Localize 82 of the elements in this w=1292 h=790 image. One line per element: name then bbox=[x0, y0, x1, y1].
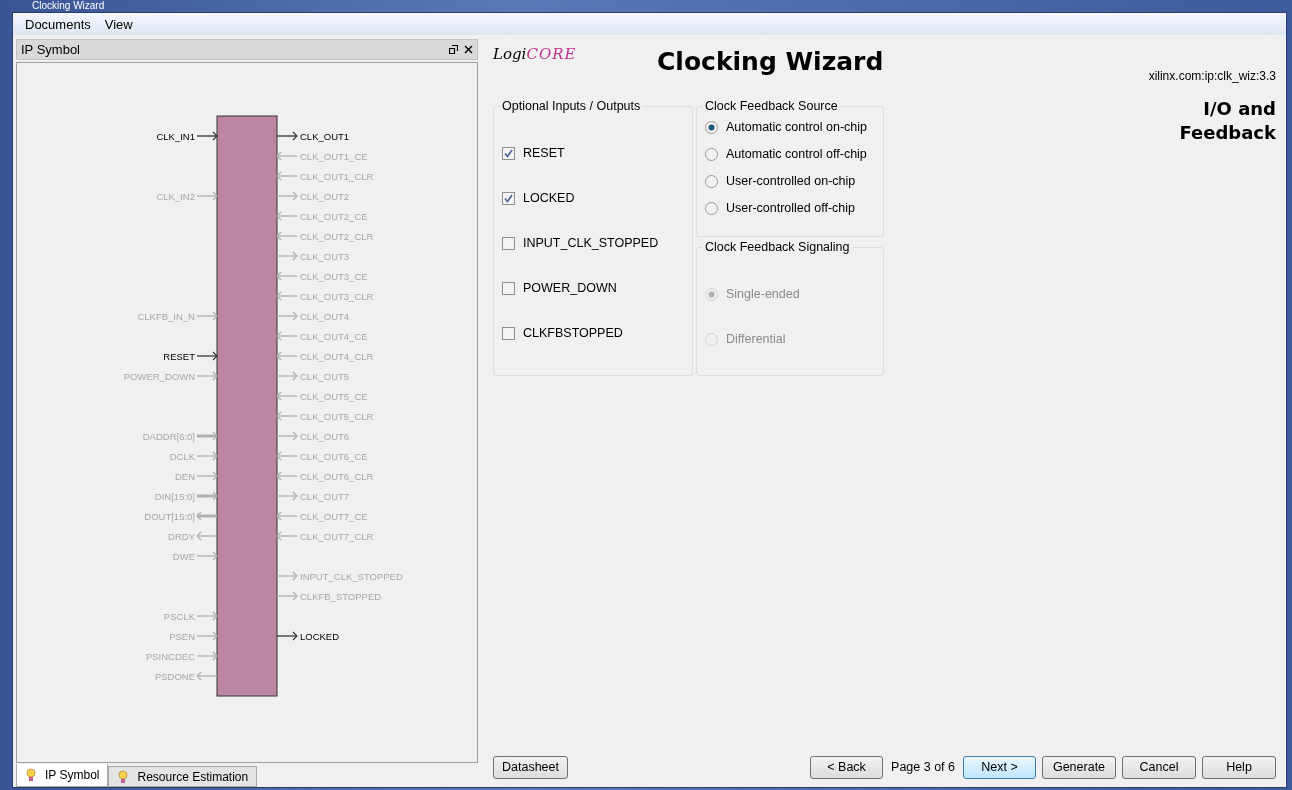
radio-option[interactable]: Automatic control on-chip bbox=[705, 119, 883, 135]
datasheet-button[interactable]: Datasheet bbox=[493, 755, 568, 779]
radio-option[interactable]: Automatic control off-chip bbox=[705, 146, 883, 162]
pin-label: CLKFB_IN_N bbox=[137, 310, 195, 322]
window-title: Clocking Wizard bbox=[32, 1, 105, 11]
pin-label: PSDONE bbox=[154, 670, 195, 682]
pin-label: PSEN bbox=[169, 630, 195, 642]
logo: LogiCORE bbox=[493, 45, 578, 63]
pin-label: LOCKED bbox=[300, 630, 340, 642]
panel-tab[interactable]: Resource Estimation bbox=[108, 766, 258, 787]
pin-label: CLK_OUT4_CLR bbox=[300, 350, 374, 362]
radio-button[interactable] bbox=[705, 120, 718, 134]
pin-label: CLK_OUT7_CE bbox=[300, 510, 368, 522]
pin-label: CLK_OUT5_CE bbox=[300, 390, 368, 402]
next-button[interactable]: Next > bbox=[963, 755, 1036, 779]
pin-label: CLK_OUT1_CLR bbox=[300, 170, 374, 182]
pin-label: CLK_OUT5 bbox=[300, 370, 350, 382]
lightbulb-icon bbox=[25, 768, 37, 782]
checkbox[interactable] bbox=[502, 281, 515, 295]
pin-label: CLK_OUT6 bbox=[300, 430, 350, 442]
radio-option[interactable]: User-controlled off-chip bbox=[705, 200, 883, 216]
group-title: Optional Inputs / Outputs bbox=[501, 99, 642, 113]
checkbox[interactable] bbox=[502, 191, 515, 205]
pin-label: DWE bbox=[172, 550, 195, 562]
radio-button[interactable] bbox=[705, 174, 718, 188]
menu-item[interactable]: View bbox=[98, 16, 141, 32]
checkbox-option[interactable]: INPUT_CLK_STOPPED bbox=[502, 235, 692, 251]
pin-label: DIN[15:0] bbox=[154, 490, 195, 502]
checkbox-option[interactable]: CLKFBSTOPPED bbox=[502, 325, 692, 341]
pin-label: CLK_IN1 bbox=[156, 130, 195, 142]
pin-label: CLK_IN2 bbox=[156, 190, 195, 202]
pin-label: CLK_OUT4 bbox=[300, 310, 350, 322]
pin-label: CLKFB_STOPPED bbox=[300, 590, 382, 602]
pin-label: RESET bbox=[163, 350, 195, 362]
cancel-button[interactable]: Cancel bbox=[1122, 755, 1196, 779]
pin-label: CLK_OUT3 bbox=[300, 250, 350, 262]
pin-label: DEN bbox=[174, 470, 195, 482]
pin-label: PSCLK bbox=[163, 610, 195, 622]
pin-label: CLK_OUT7 bbox=[300, 490, 350, 502]
pin-label: CLK_OUT3_CE bbox=[300, 270, 368, 282]
close-icon[interactable] bbox=[464, 45, 473, 54]
pin-label: CLK_OUT1_CE bbox=[300, 150, 368, 162]
pin-label: CLK_OUT6_CE bbox=[300, 450, 368, 462]
restore-icon[interactable] bbox=[449, 45, 458, 54]
pin-label: CLK_OUT2_CE bbox=[300, 210, 368, 222]
pin-label: PSINCDEC bbox=[145, 650, 195, 662]
pin-label: CLK_OUT2_CLR bbox=[300, 230, 374, 242]
page-title: I/O and Feedback bbox=[1179, 97, 1276, 145]
lightbulb-icon bbox=[117, 769, 130, 784]
pin-label: DOUT[15:0] bbox=[144, 510, 195, 522]
menu-item[interactable]: Documents bbox=[19, 16, 99, 32]
pin-label: POWER_DOWN bbox=[123, 370, 195, 382]
wizard-title: Clocking Wizard bbox=[656, 47, 885, 76]
checkbox[interactable] bbox=[502, 236, 515, 250]
radio-option[interactable]: User-controlled on-chip bbox=[705, 173, 883, 189]
radio-button[interactable] bbox=[705, 147, 718, 161]
checkbox-option[interactable]: RESET bbox=[502, 145, 692, 161]
pin-label: CLK_OUT1 bbox=[300, 130, 350, 142]
pin-label: CLK_OUT6_CLR bbox=[300, 470, 374, 482]
back-button[interactable]: < Back bbox=[810, 755, 884, 779]
checkbox-option[interactable]: POWER_DOWN bbox=[502, 280, 692, 296]
help-button[interactable]: Help bbox=[1202, 755, 1276, 779]
pin-label: CLK_OUT4_CE bbox=[300, 330, 368, 342]
pin-label: CLK_OUT5_CLR bbox=[300, 410, 374, 422]
panel-title: IP Symbol bbox=[21, 42, 80, 57]
pin-label: DADDR[6:0] bbox=[142, 430, 195, 442]
generate-button[interactable]: Generate bbox=[1042, 755, 1116, 779]
group-title: Clock Feedback Source bbox=[704, 99, 839, 113]
page-indicator: Page 3 of 6 bbox=[891, 760, 955, 774]
pin-label: DCLK bbox=[169, 450, 195, 462]
ip-identifier: xilinx.com:ip:clk_wiz:3.3 bbox=[1148, 69, 1276, 83]
group-title: Clock Feedback Signaling bbox=[704, 240, 851, 254]
pin-label: INPUT_CLK_STOPPED bbox=[300, 570, 403, 582]
pin-label: CLK_OUT7_CLR bbox=[300, 530, 374, 542]
checkbox[interactable] bbox=[502, 326, 515, 340]
radio-button[interactable] bbox=[705, 201, 718, 215]
checkbox[interactable] bbox=[502, 146, 515, 160]
pin-label: CLK_OUT2 bbox=[300, 190, 350, 202]
pin-label: CLK_OUT3_CLR bbox=[300, 290, 374, 302]
panel-tab[interactable]: IP Symbol bbox=[16, 764, 109, 787]
pin-label: DRDY bbox=[168, 530, 195, 542]
checkbox-option[interactable]: LOCKED bbox=[502, 190, 692, 206]
